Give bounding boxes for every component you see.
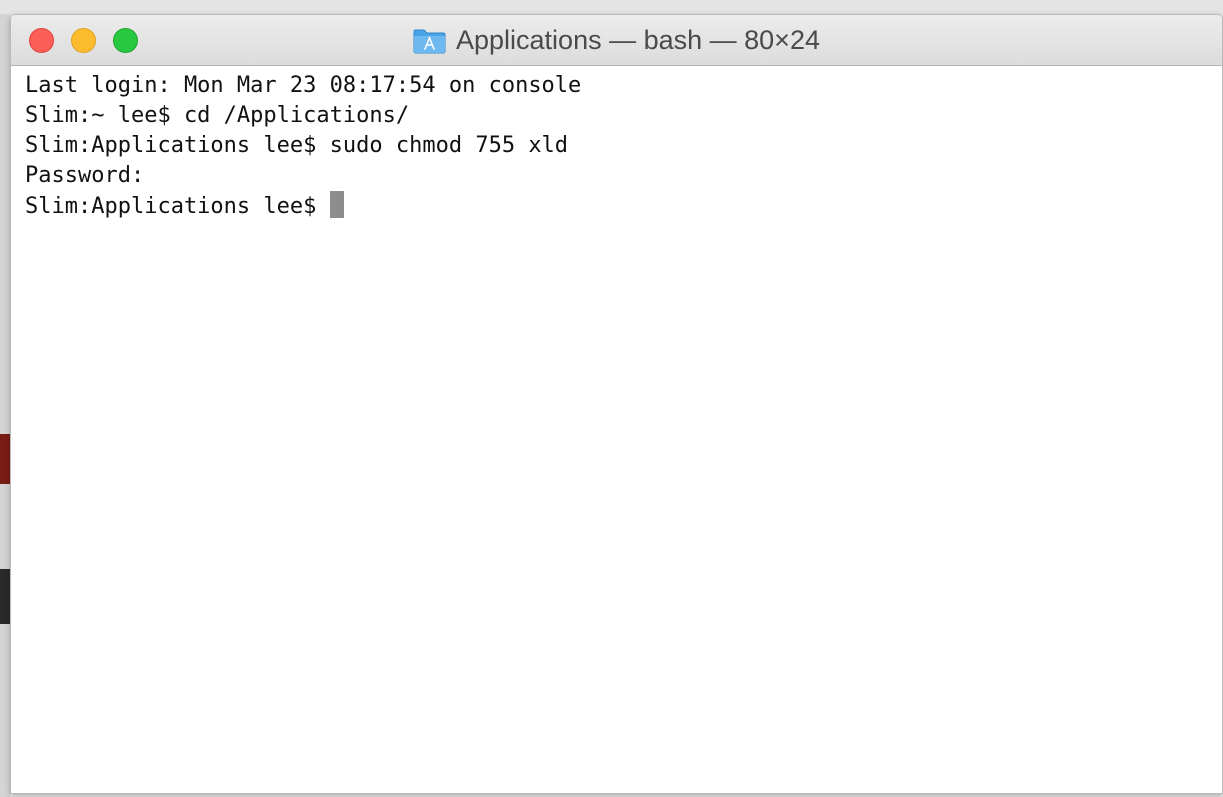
terminal-window[interactable]: Applications — bash — 80×24 Last login: … — [10, 14, 1223, 794]
window-title-text: Applications — bash — 80×24 — [456, 24, 820, 55]
terminal-line: Last login: Mon Mar 23 08:17:54 on conso… — [25, 73, 582, 98]
desktop-background — [0, 0, 1223, 14]
terminal-output[interactable]: Last login: Mon Mar 23 08:17:54 on conso… — [25, 71, 1212, 783]
terminal-line: Slim:Applications lee$ sudo chmod 755 xl… — [25, 133, 569, 158]
desktop-edge — [0, 14, 10, 797]
terminal-line: Slim:~ lee$ cd /Applications/ — [25, 103, 410, 128]
window-title: Applications — bash — 80×24 — [11, 15, 1222, 65]
applications-folder-icon — [413, 27, 446, 54]
background-window-edge — [0, 434, 10, 484]
terminal-prompt-line[interactable]: Slim:Applications lee$ — [25, 191, 1212, 221]
background-window-edge — [0, 569, 10, 624]
terminal-line: Password: — [25, 163, 145, 188]
title-bar[interactable]: Applications — bash — 80×24 — [11, 15, 1222, 66]
text-cursor — [329, 191, 344, 218]
terminal-prompt: Slim:Applications lee$ — [25, 194, 330, 219]
